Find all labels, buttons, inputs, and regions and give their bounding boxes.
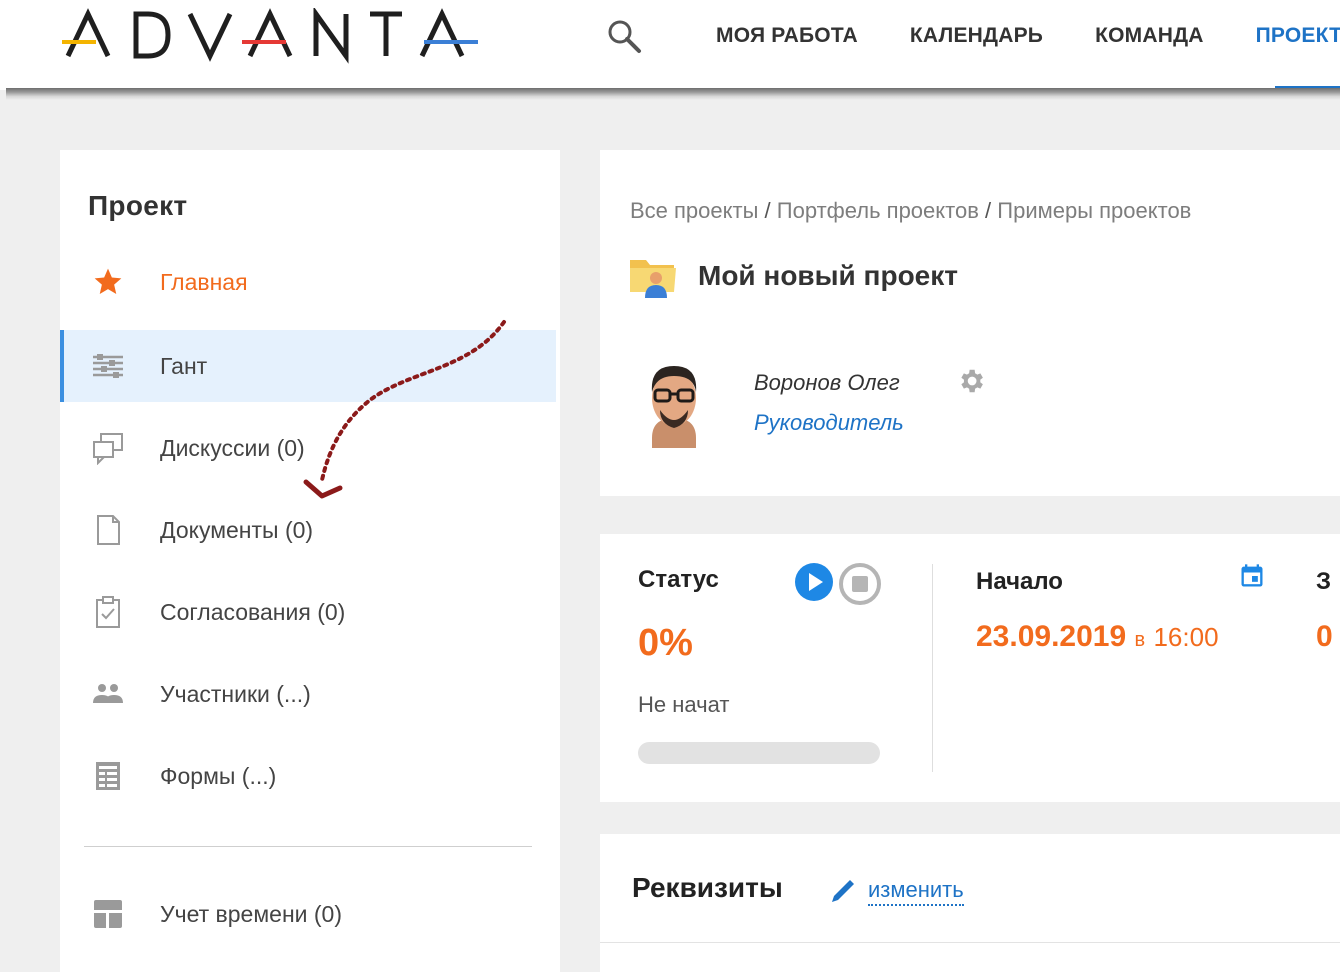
sidebar-item-forms[interactable]: Формы (...) (60, 740, 556, 812)
sidebar-item-documents[interactable]: Документы (0) (60, 494, 556, 566)
breadcrumb-portfolio[interactable]: Портфель проектов (777, 198, 979, 223)
project-card: Все проекты / Портфель проектов / Пример… (600, 150, 1340, 496)
project-title: Мой новый проект (698, 260, 958, 291)
sidebar-item-gantt[interactable]: Гант (60, 330, 556, 402)
nav-team[interactable]: КОМАНДА (1095, 24, 1204, 48)
start-date: 23.09.2019 в 16:00 (976, 620, 1219, 654)
status-label: Статус (638, 566, 719, 593)
status-card: Статус 0% Не начат Начало 23.09.2019 в 1… (600, 534, 1340, 802)
header-shadow (6, 88, 1340, 100)
approval-icon (90, 594, 126, 630)
sidebar-item-time-tracking[interactable]: Учет времени (0) (60, 878, 556, 950)
star-icon (90, 264, 126, 300)
sidebar-item-label: Согласования (0) (160, 598, 346, 625)
sidebar-item-label: Главная (160, 268, 248, 295)
progress-bar (638, 742, 880, 764)
status-text: Не начат (638, 692, 730, 717)
sidebar-item-label: Формы (...) (160, 762, 277, 789)
nav-projects[interactable]: ПРОЕКТЫ (1256, 24, 1340, 48)
start-time: 16:00 (1153, 622, 1219, 652)
breadcrumb-all-projects[interactable]: Все проекты (630, 198, 758, 223)
project-folder-icon (630, 260, 676, 298)
participants-icon (90, 676, 126, 712)
edit-requisites-link[interactable]: изменить (868, 876, 964, 906)
requisites-title: Реквизиты (632, 872, 783, 903)
sidebar-item-discussions[interactable]: Дискуссии (0) (60, 412, 556, 484)
breadcrumb: Все проекты / Портфель проектов / Пример… (630, 198, 1192, 223)
sidebar-title: Проект (88, 190, 188, 221)
sidebar-item-label: Дискуссии (0) (160, 434, 305, 461)
sidebar-item-label: Учет времени (0) (160, 900, 343, 927)
requisites-divider (600, 942, 1340, 943)
sidebar-item-home[interactable]: Главная (60, 246, 556, 318)
avatar (651, 366, 697, 448)
gantt-icon (90, 348, 126, 384)
breadcrumb-examples[interactable]: Примеры проектов (997, 198, 1191, 223)
main-nav: МОЯ РАБОТА КАЛЕНДАРЬ КОМАНДА ПРОЕКТЫ (716, 24, 1340, 48)
pencil-icon[interactable] (828, 876, 858, 906)
sidebar-divider (84, 846, 532, 847)
play-icon[interactable] (794, 562, 834, 602)
discussions-icon (90, 430, 126, 466)
forms-icon (90, 758, 126, 794)
column-divider (932, 564, 933, 772)
next-column-label: З (1316, 568, 1332, 595)
start-date-value: 23.09.2019 (976, 620, 1127, 653)
gear-icon[interactable] (956, 366, 986, 396)
stop-icon[interactable] (838, 562, 882, 606)
advanta-logo[interactable] (62, 8, 482, 64)
sidebar-item-label: Гант (160, 352, 208, 379)
next-column-value: 0 (1316, 620, 1333, 653)
sidebar-item-label: Участники (...) (160, 680, 311, 707)
calendar-icon[interactable] (1238, 562, 1266, 590)
sidebar-item-label: Документы (0) (160, 516, 314, 543)
start-label: Начало (976, 568, 1063, 595)
time-tracking-icon (90, 896, 126, 932)
document-icon (90, 512, 126, 548)
requisites-card: Реквизиты изменить (600, 834, 1340, 972)
nav-my-work[interactable]: МОЯ РАБОТА (716, 24, 858, 48)
sidebar-item-approvals[interactable]: Согласования (0) (60, 576, 556, 648)
manager-role-link[interactable]: Руководитель (754, 410, 904, 436)
start-time-prefix: в (1134, 629, 1146, 651)
manager-name[interactable]: Воронов Олег (754, 370, 900, 396)
top-header: МОЯ РАБОТА КАЛЕНДАРЬ КОМАНДА ПРОЕКТЫ (0, 0, 1340, 90)
sidebar-item-participants[interactable]: Участники (...) (60, 658, 556, 730)
project-sidebar: Проект Главная Гант Дискуссии (0) Докуме… (60, 150, 560, 972)
nav-calendar[interactable]: КАЛЕНДАРЬ (910, 24, 1043, 48)
search-icon[interactable] (604, 16, 644, 56)
progress-percent: 0% (638, 622, 693, 664)
